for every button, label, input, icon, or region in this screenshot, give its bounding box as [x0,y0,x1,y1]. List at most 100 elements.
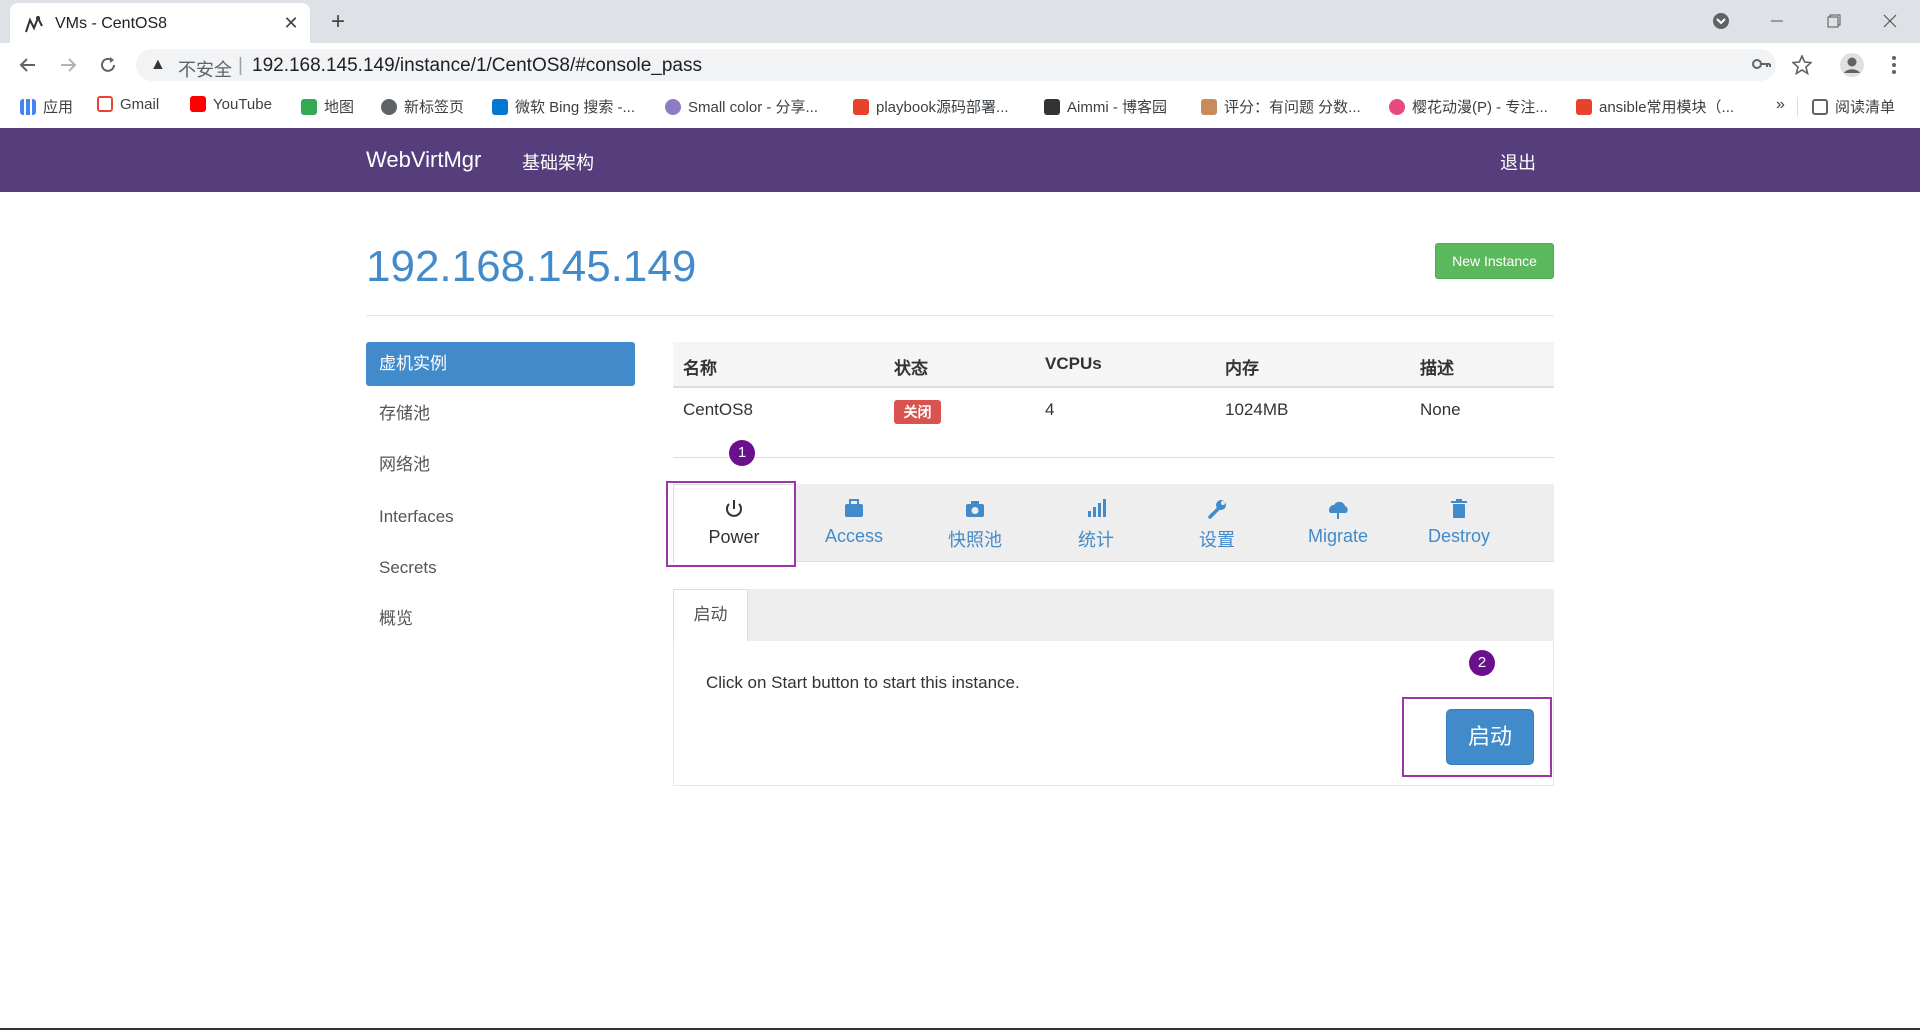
restore-icon[interactable] [1814,6,1854,36]
app-navbar: WebVirtMgr 基础架构 退出 [0,128,1920,192]
instance-memory: 1024MB [1225,400,1289,419]
not-secure-label[interactable]: 不安全 [178,56,232,82]
globe-icon [381,99,397,115]
briefcase-icon [845,499,863,517]
stats-icon [1088,499,1106,517]
bookmark-gmail[interactable]: Gmail [97,96,159,118]
bookmark-new-tab[interactable]: 新标签页 [381,96,464,118]
browser-tab[interactable]: VMs - CentOS8 ✕ [10,3,310,43]
instance-description: None [1420,400,1461,419]
wrench-icon [1208,500,1226,519]
column-header-description: 描述 [1420,359,1454,378]
table-row: CentOS8 关闭 4 1024MB None [673,388,1554,458]
tab-migrate[interactable]: Migrate [1278,484,1398,562]
nav-infrastructure[interactable]: 基础架构 [522,149,594,175]
browser-tab-strip: VMs - CentOS8 ✕ + [0,0,1920,43]
sidebar-item-interfaces[interactable]: Interfaces [366,495,635,539]
small-color-icon [665,99,681,115]
highlight-box-power [666,481,796,567]
key-icon[interactable] [1750,53,1772,81]
bookmark-sakura[interactable]: 樱花动漫(P) - 专注... [1389,96,1548,118]
bookmark-aimmi[interactable]: Aimmi - 博客园 [1044,96,1167,118]
tab-access[interactable]: Access [794,484,914,562]
instance-actions-bar: Power Access 快照池 统计 设置 Migrate Destroy [673,484,1554,563]
camera-icon [966,501,984,517]
column-header-name: 名称 [683,359,717,378]
bookmark-bing[interactable]: 微软 Bing 搜索 -... [492,96,635,118]
sidebar-item-overview[interactable]: 概览 [366,597,635,641]
maps-icon [301,99,317,115]
menu-kebab-icon[interactable] [1880,51,1908,79]
new-instance-button[interactable]: New Instance [1435,243,1554,279]
bookmark-maps[interactable]: 地图 [301,96,354,118]
divider [366,315,1554,316]
close-window-icon[interactable] [1870,6,1910,36]
bookmark-ansible[interactable]: ansible常用模块（... [1576,96,1734,118]
power-panel-tabs: 启动 [673,589,1554,641]
bookmark-playbook[interactable]: playbook源码部署... [853,96,1009,118]
url-text[interactable]: 192.168.145.149/instance/1/CentOS8/#cons… [252,55,702,77]
tab-label: 统计 [1078,530,1114,550]
separator [1797,97,1798,117]
bookmark-small-color[interactable]: Small color - 分享... [665,96,818,118]
annotation-marker-1: 1 [729,440,755,466]
column-header-vcpus: VCPUs [1045,354,1102,373]
status-badge: 关闭 [894,400,941,424]
instance-vcpus: 4 [1045,400,1055,419]
tab-label: 快照池 [948,530,1002,550]
tab-start[interactable]: 启动 [673,589,748,641]
tab-label: Destroy [1427,526,1490,546]
rating-icon [1201,99,1217,115]
webvirtmgr-favicon-icon [25,15,43,33]
profile-avatar-icon[interactable] [1838,51,1866,79]
sidebar-item-secrets[interactable]: Secrets [366,546,635,590]
minimize-icon[interactable] [1757,6,1797,36]
tab-label: Access [824,526,884,546]
csdn-icon [853,99,869,115]
nav-logout[interactable]: 退出 [1500,149,1536,175]
sakura-icon [1389,99,1405,115]
apps-grid-icon [20,99,36,115]
gmail-icon [97,96,113,112]
tab-label: 设置 [1199,530,1235,550]
sidebar-item-storage[interactable]: 存储池 [366,392,635,436]
warning-icon[interactable]: ▲ [150,56,166,74]
profile-dropdown-icon[interactable] [1701,6,1741,36]
tab-snapshots[interactable]: 快照池 [915,484,1035,562]
forward-icon[interactable] [54,51,82,79]
bookmark-apps[interactable]: 应用 [20,96,73,118]
page-title: 192.168.145.149 [366,242,697,291]
column-header-memory: 内存 [1225,359,1259,378]
tab-destroy[interactable]: Destroy [1399,484,1519,562]
reload-icon[interactable] [94,51,122,79]
bookmark-youtube[interactable]: YouTube [190,96,272,118]
more-bookmarks-icon[interactable]: » [1776,96,1785,118]
bookmarks-bar: 应用 Gmail YouTube 地图 新标签页 微软 Bing 搜索 -...… [0,87,1920,127]
bing-icon [492,99,508,115]
reading-list[interactable]: 阅读清单 [1812,96,1895,118]
sidebar-item-instances[interactable]: 虚机实例 [366,342,635,386]
instance-name: CentOS8 [683,400,753,419]
table-header: 名称 状态 VCPUs 内存 描述 [673,342,1554,388]
address-bar[interactable]: ▲ 不安全 | 192.168.145.149/instance/1/CentO… [136,49,1776,81]
brand-logo[interactable]: WebVirtMgr [366,147,481,173]
browser-toolbar: ▲ 不安全 | 192.168.145.149/instance/1/CentO… [0,43,1920,87]
separator: | [238,55,243,76]
aimmi-icon [1044,99,1060,115]
bookmark-rating[interactable]: 评分：有问题 分数... [1201,96,1361,118]
csdn-icon [1576,99,1592,115]
tab-settings[interactable]: 设置 [1157,484,1277,562]
tab-stats[interactable]: 统计 [1036,484,1156,562]
sidebar-item-networks[interactable]: 网络池 [366,443,635,487]
highlight-box-start [1402,697,1552,777]
tab-close-icon[interactable]: ✕ [280,12,302,34]
column-header-status: 状态 [894,359,928,378]
tab-title: VMs - CentOS8 [55,15,168,32]
back-icon[interactable] [14,51,42,79]
reading-list-icon [1812,99,1828,115]
star-icon[interactable] [1788,52,1816,80]
tab-label: Migrate [1307,526,1369,546]
cloud-upload-icon [1329,501,1348,519]
trash-icon [1451,499,1467,518]
new-tab-button[interactable]: + [324,8,352,36]
